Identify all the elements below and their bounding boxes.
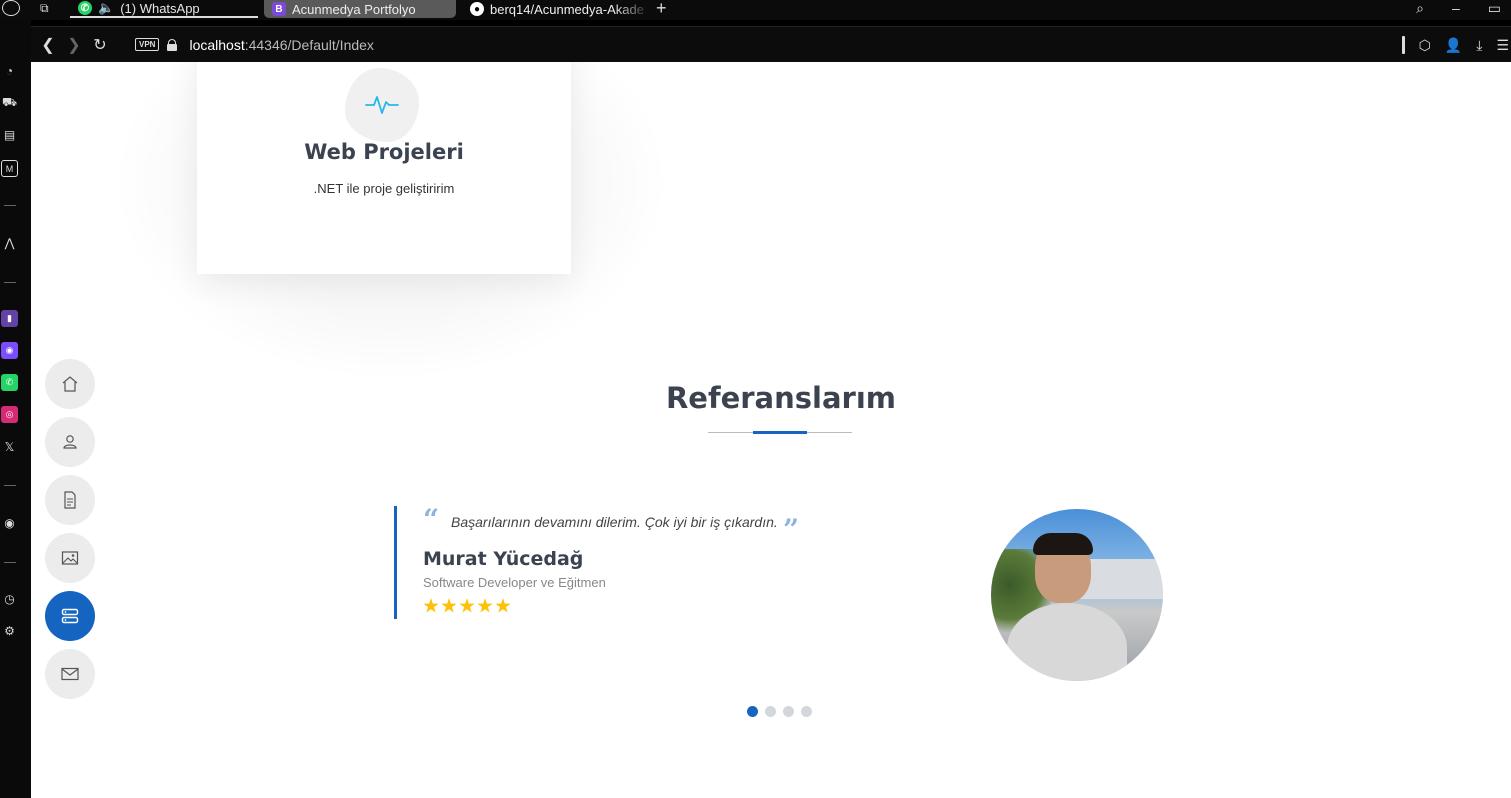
service-title: Web Projeleri	[304, 140, 464, 164]
testimonial-role: Software Developer ve Eğitmen	[423, 575, 606, 590]
speaker-icon[interactable]: 🔈	[98, 0, 114, 16]
new-tab-button[interactable]: +	[656, 0, 667, 19]
references-title: Referanslarım	[665, 381, 897, 415]
monitor-icon[interactable]: ▤	[1, 126, 18, 143]
tab-portfolio[interactable]: B Acunmedya Portfolyo	[264, 0, 456, 18]
star-icon	[459, 598, 475, 613]
messenger-icon[interactable]: ◉	[1, 342, 18, 359]
divider	[4, 282, 16, 283]
address-bar: ❮ ❯ ↻ VPN localhost:44346/Default/Index …	[31, 26, 1511, 62]
reload-button[interactable]: ↻	[87, 32, 113, 58]
mail-icon	[61, 667, 79, 681]
testimonial-avatar	[991, 509, 1163, 681]
search-tabs-icon[interactable]: ⌕	[1416, 0, 1424, 17]
carousel-dot[interactable]	[801, 706, 812, 717]
lock-icon[interactable]	[167, 38, 178, 51]
service-icon-bg	[345, 68, 419, 142]
speed-dial-icon[interactable]: ◔	[1, 62, 18, 79]
page-content: Web Projeleri .NET ile proje geliştiriri…	[31, 62, 1511, 798]
avatar-hair	[1033, 533, 1093, 555]
minimize-icon[interactable]: –	[1452, 0, 1460, 17]
history-icon[interactable]: ◷	[1, 590, 18, 607]
testimonial-quote: Başarılarının devamını dilerim. Çok iyi …	[451, 514, 778, 530]
tab-label: berq14/Acunmedya-Akade	[490, 1, 644, 17]
tab-github[interactable]: ● berq14/Acunmedya-Akade	[462, 0, 652, 18]
nav-services-button[interactable]	[45, 591, 95, 641]
player-icon[interactable]: ◉	[1, 514, 18, 531]
document-icon	[64, 491, 76, 509]
carousel-dot[interactable]	[765, 706, 776, 717]
user-icon	[63, 435, 77, 449]
url-path: :44346/Default/Index	[244, 36, 374, 53]
star-icon	[441, 598, 457, 613]
quote-open-icon: “	[423, 503, 440, 536]
whatsapp-icon: ✆	[78, 1, 92, 15]
tab-whatsapp[interactable]: ✆ 🔈 (1) WhatsApp	[70, 0, 258, 18]
extensions-icon[interactable]: ⬡	[1419, 37, 1431, 54]
tab-label: (1) WhatsApp	[120, 0, 200, 16]
settings-icon[interactable]: ⚙	[1, 622, 18, 639]
nav-about-button[interactable]	[45, 417, 95, 467]
service-description: .NET ile proje geliştiririm	[313, 181, 455, 196]
opera-logo-icon[interactable]	[2, 0, 20, 16]
nav-portfolio-button[interactable]	[45, 533, 95, 583]
carousel-pagination	[747, 706, 812, 717]
whatsapp-icon[interactable]: ✆	[1, 374, 18, 391]
download-icon[interactable]: ⤓	[1476, 37, 1482, 54]
nav-contact-button[interactable]	[45, 649, 95, 699]
pulse-icon	[365, 96, 399, 114]
profile-icon[interactable]: 👤	[1445, 37, 1462, 54]
star-icon	[495, 598, 511, 613]
instagram-icon[interactable]: ◎	[1, 406, 18, 423]
memory-icon[interactable]: M	[1, 160, 18, 177]
carousel-dot[interactable]	[747, 706, 758, 717]
divider	[4, 562, 16, 563]
quote-close-icon: ”	[783, 513, 800, 546]
nav-home-button[interactable]	[45, 359, 95, 409]
menu-icon[interactable]: ☰	[1496, 37, 1509, 54]
carousel-dot[interactable]	[783, 706, 794, 717]
divider	[4, 205, 16, 206]
tab-islands-icon[interactable]: ⧉	[40, 1, 49, 16]
forward-button[interactable]: ❯	[61, 32, 87, 58]
browser-tab-bar: ⧉ ✆ 🔈 (1) WhatsApp B Acunmedya Portfolyo…	[0, 0, 1511, 20]
tab-label: Acunmedya Portfolyo	[292, 1, 416, 17]
title-divider-accent	[753, 431, 807, 434]
maximize-icon[interactable]: ▭	[1488, 0, 1501, 17]
side-nav	[45, 359, 95, 699]
testimonial-name: Murat Yücedağ	[423, 548, 584, 570]
divider	[4, 485, 16, 486]
home-icon	[62, 376, 78, 392]
star-icon	[423, 598, 439, 613]
twitch-icon[interactable]: ▮	[1, 310, 18, 327]
back-button[interactable]: ❮	[35, 32, 61, 58]
divider	[1401, 36, 1405, 54]
url-host: localhost	[189, 36, 245, 53]
testimonial: “ Başarılarının devamını dilerim. Çok iy…	[394, 506, 814, 619]
url-field[interactable]: localhost:44346/Default/Index	[189, 37, 373, 53]
image-icon	[61, 551, 79, 565]
aria-icon[interactable]: ⋀	[1, 234, 18, 251]
vpn-badge[interactable]: VPN	[135, 38, 160, 51]
server-icon	[61, 608, 79, 624]
x-icon[interactable]: 𝕏	[1, 438, 18, 455]
shopping-icon[interactable]: ⛟	[1, 94, 18, 111]
star-icon	[477, 598, 493, 613]
browser-sidebar: ◔ ⛟ ▤ M ⋀ ▮ ◉ ✆ ◎ 𝕏 ◉ ◷ ⚙	[0, 20, 31, 798]
github-icon: ●	[470, 2, 484, 16]
rating-stars	[423, 598, 511, 614]
nav-resume-button[interactable]	[45, 475, 95, 525]
service-card: Web Projeleri .NET ile proje geliştiriri…	[197, 62, 571, 274]
bootstrap-icon: B	[272, 2, 286, 16]
avatar-body	[1007, 603, 1127, 681]
